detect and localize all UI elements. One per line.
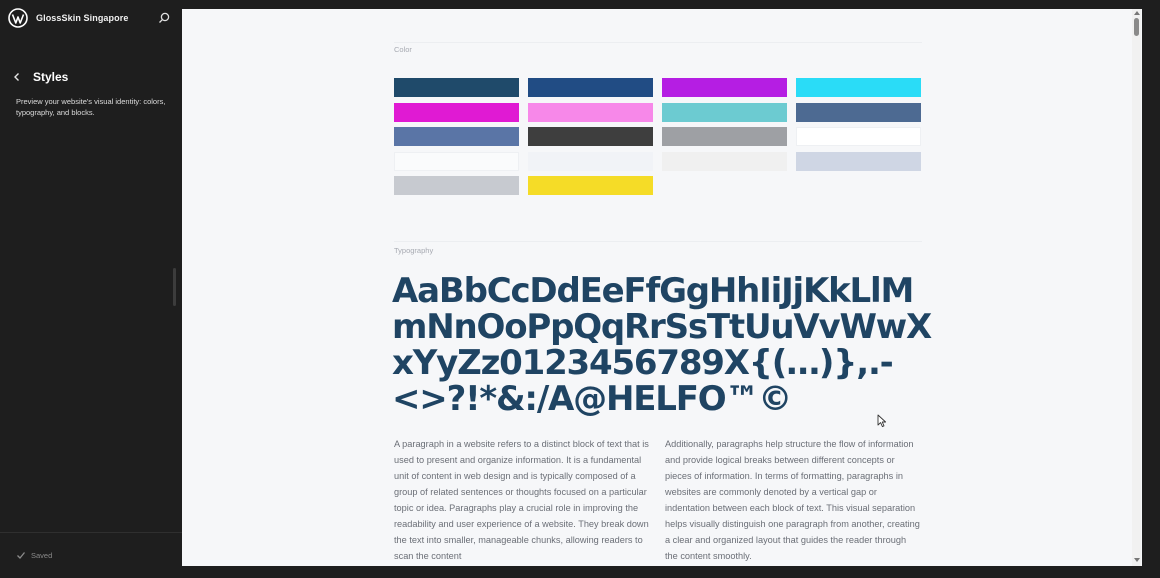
color-swatch	[394, 102, 519, 122]
paragraph-sample-1: A paragraph in a website refers to a dis…	[394, 439, 649, 561]
color-swatch	[662, 102, 787, 122]
mouse-pointer-icon	[877, 414, 887, 428]
sidebar-footer: Saved	[0, 532, 182, 578]
site-name[interactable]: GlossSkin Singapore	[36, 13, 128, 23]
color-swatch	[394, 151, 519, 171]
scroll-thumb[interactable]	[1134, 18, 1139, 36]
color-swatch	[796, 127, 921, 146]
color-swatch	[796, 78, 921, 97]
divider	[394, 42, 922, 43]
color-swatch	[394, 127, 519, 146]
back-chevron-icon[interactable]	[10, 70, 24, 84]
panel-title: Styles	[33, 70, 69, 84]
wordpress-logo-icon[interactable]	[8, 8, 28, 28]
check-icon	[17, 552, 26, 559]
scroll-up-arrow-icon[interactable]	[1134, 11, 1140, 15]
panel-description: Preview your website's visual identity: …	[16, 97, 166, 117]
color-swatch	[796, 151, 921, 171]
sidebar-resize-handle[interactable]	[173, 268, 176, 306]
canvas-scrollbar[interactable]	[1132, 9, 1141, 566]
typography-specimen: AaBbCcDdEeFfGgHhIiJjKkLlM mNnOoPpQqRrSsT…	[392, 271, 932, 419]
scroll-down-arrow-icon[interactable]	[1134, 558, 1140, 562]
color-swatch	[528, 151, 653, 171]
color-swatch	[394, 78, 519, 97]
typography-section-label: Typography	[394, 246, 434, 255]
color-swatch	[528, 176, 653, 195]
style-book-preview[interactable]: Color Typography AaBbCcDdEeFfGgHhIiJjKkL…	[182, 9, 1142, 566]
color-section-label: Color	[394, 45, 412, 54]
sidebar: GlossSkin Singapore Styles Preview your …	[0, 0, 182, 577]
color-swatch	[394, 176, 519, 195]
color-swatch	[662, 127, 787, 146]
color-swatch	[528, 78, 653, 97]
color-swatch	[528, 102, 653, 122]
color-swatch	[796, 102, 921, 122]
search-icon[interactable]	[157, 11, 171, 25]
save-status: Saved	[31, 551, 53, 560]
sidebar-header: GlossSkin Singapore	[0, 0, 182, 38]
paragraph-sample-2: Additionally, paragraphs help structure …	[665, 439, 920, 561]
divider	[394, 241, 922, 242]
color-swatch	[528, 127, 653, 146]
color-swatch	[662, 78, 787, 97]
color-swatch	[662, 151, 787, 171]
